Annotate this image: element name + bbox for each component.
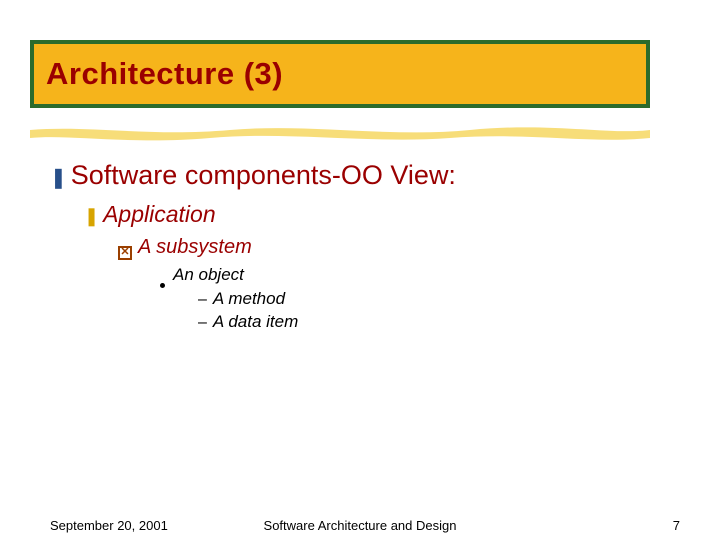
dingbat-icon: ❚	[84, 206, 99, 227]
bullet-level-4: An object	[160, 265, 670, 285]
bullet-l4-text: An object	[173, 265, 244, 285]
bullet-level-3: ✕ A subsystem	[118, 236, 670, 259]
dingbat-icon: ❚	[50, 165, 67, 190]
footer-title: Software Architecture and Design	[0, 518, 720, 533]
bullet-l5b-text: A data item	[213, 312, 298, 332]
dash-icon: –	[198, 314, 207, 332]
slide: Architecture (3) ❚ Software components-O…	[0, 0, 720, 540]
dash-icon: –	[198, 291, 207, 309]
dot-icon	[160, 283, 165, 288]
box-x-icon: ✕	[118, 246, 132, 260]
bullet-level-2: ❚ Application	[84, 201, 670, 228]
title-box: Architecture (3)	[30, 40, 650, 108]
bullet-l3-text: A subsystem	[138, 236, 252, 259]
slide-title: Architecture (3)	[46, 56, 283, 92]
bullet-level-5: – A data item	[198, 312, 670, 332]
bullet-l2-text: Application	[103, 201, 216, 228]
bullet-level-5: – A method	[198, 289, 670, 309]
bullet-level-1: ❚ Software components-OO View:	[50, 160, 670, 191]
bullet-l1-text: Software components-OO View:	[71, 160, 456, 191]
bullet-l5a-text: A method	[213, 289, 285, 309]
page-number: 7	[673, 518, 680, 533]
content-area: ❚ Software components-OO View: ❚ Applica…	[50, 160, 670, 335]
underline-decoration	[30, 124, 650, 146]
